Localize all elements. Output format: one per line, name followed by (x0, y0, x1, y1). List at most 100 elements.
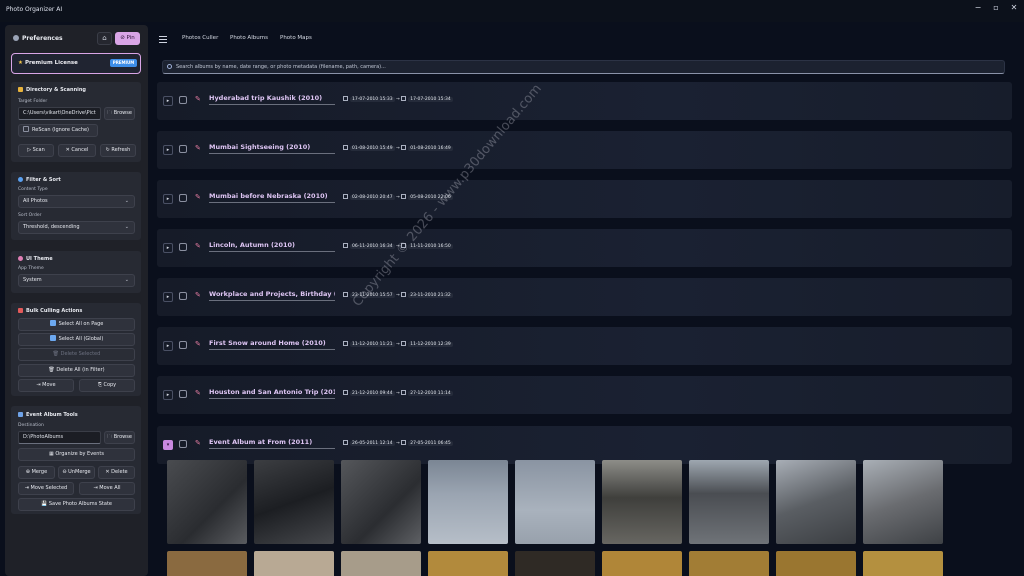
maximize-button[interactable]: ▫ (988, 3, 1004, 13)
sort-order-select[interactable]: Threshold, descending ⌄ (18, 221, 135, 234)
album-row[interactable]: ▸ ✎ First Snow around Home (2010) 11-12-201… (157, 327, 1012, 365)
expand-toggle[interactable]: ▸ (163, 145, 173, 155)
photo-thumbnail[interactable] (863, 551, 943, 576)
browse-button[interactable]: 🗀 Browse (104, 107, 135, 120)
scan-button[interactable]: ▷ Scan (18, 144, 54, 157)
album-row[interactable]: ▾ ✎ Event Album at From (2011) 26-05-2011 1… (157, 426, 1012, 464)
destination-label: Destination (18, 423, 44, 428)
pencil-icon[interactable]: ✎ (195, 291, 201, 299)
album-checkbox[interactable] (179, 292, 187, 300)
arrow-right-icon: → (394, 97, 402, 102)
menu-icon[interactable] (159, 36, 167, 43)
cancel-button[interactable]: ✕ Cancel (58, 144, 96, 157)
unmerge-button[interactable]: ⊖ UnMerge (58, 466, 95, 479)
pencil-icon[interactable]: ✎ (195, 340, 201, 348)
photo-thumbnail[interactable] (167, 460, 247, 544)
photo-thumbnail[interactable] (341, 551, 421, 576)
pencil-icon[interactable]: ✎ (195, 95, 201, 103)
content-type-select[interactable]: All Photos ⌄ (18, 195, 135, 208)
destination-browse-button[interactable]: 🗀 Browse (104, 431, 135, 444)
pin-button[interactable]: ⊘ Pin (115, 32, 140, 45)
event-delete-button[interactable]: ✕ Delete (98, 466, 135, 479)
photo-thumbnail[interactable] (515, 460, 595, 544)
album-checkbox[interactable] (179, 440, 187, 448)
app-theme-select[interactable]: System ⌄ (18, 274, 135, 287)
photo-thumbnail[interactable] (689, 551, 769, 576)
target-folder-input[interactable]: C:\Users\vikart\OneDrive\Pict (18, 107, 101, 120)
album-name[interactable]: Houston and San Antonio Trip (201 (209, 388, 335, 399)
delete-all-button[interactable]: 🗑 Delete All (in Filter) (18, 364, 135, 377)
photo-thumbnail[interactable] (515, 551, 595, 576)
album-row[interactable]: ▸ ✎ Hyderabad trip Kaushik (2010) 17-07-201… (157, 82, 1012, 120)
album-name[interactable]: Lincoln, Autumn (2010) (209, 241, 335, 252)
license-label: Premium License (24, 60, 78, 66)
expand-toggle[interactable]: ▸ (163, 243, 173, 253)
save-state-button[interactable]: 💾 Save Photo Albums State (18, 498, 135, 511)
expand-toggle[interactable]: ▾ (163, 440, 173, 450)
move-button[interactable]: ⇥ Move (18, 379, 74, 392)
photo-thumbnail[interactable] (776, 551, 856, 576)
album-row[interactable]: ▸ ✎ Lincoln, Autumn (2010) 06-11-2010 16:34… (157, 229, 1012, 267)
album-checkbox[interactable] (179, 145, 187, 153)
tab-photo-maps[interactable]: Photo Maps (274, 31, 318, 46)
album-checkbox[interactable] (179, 390, 187, 398)
photo-thumbnail[interactable] (341, 460, 421, 544)
photo-thumbnail[interactable] (689, 460, 769, 544)
refresh-button[interactable]: ↻ Refresh (100, 144, 136, 157)
album-name[interactable]: Mumbai Sightseeing (2010) (209, 143, 335, 154)
album-row[interactable]: ▸ ✎ Mumbai before Nebraska (2010) 02-08-201… (157, 180, 1012, 218)
calendar-icon (401, 292, 407, 297)
album-checkbox[interactable] (179, 243, 187, 251)
album-checkbox[interactable] (179, 96, 187, 104)
home-button[interactable]: ⌂ (97, 32, 112, 45)
album-name[interactable]: Workplace and Projects, Birthday (2 (209, 290, 335, 301)
expand-toggle[interactable]: ▸ (163, 292, 173, 302)
photo-thumbnail[interactable] (254, 460, 334, 544)
album-name[interactable]: First Snow around Home (2010) (209, 339, 335, 350)
rescan-checkbox[interactable]: ReScan (Ignore Cache) (18, 124, 98, 137)
album-name[interactable]: Mumbai before Nebraska (2010) (209, 192, 335, 203)
arrow-right-icon: → (394, 342, 402, 347)
select-all-global-button[interactable]: Select All (Global) (18, 333, 135, 346)
photo-thumbnail[interactable] (167, 551, 247, 576)
pencil-icon[interactable]: ✎ (195, 193, 201, 201)
tab-photo-albums[interactable]: Photo Albums (224, 31, 274, 46)
photo-thumbnail[interactable] (602, 551, 682, 576)
expand-toggle[interactable]: ▸ (163, 341, 173, 351)
organize-events-button[interactable]: ▦ Organize by Events (18, 448, 135, 461)
album-row[interactable]: ▸ ✎ Workplace and Projects, Birthday (2 23-… (157, 278, 1012, 316)
copy-button[interactable]: ⎘ Copy (79, 379, 135, 392)
move-selected-button[interactable]: ⇥ Move Selected (18, 482, 74, 495)
pencil-icon[interactable]: ✎ (195, 144, 201, 152)
pencil-icon[interactable]: ✎ (195, 389, 201, 397)
expand-toggle[interactable]: ▸ (163, 194, 173, 204)
photo-thumbnail[interactable] (776, 460, 856, 544)
merge-button[interactable]: ⊕ Merge (18, 466, 55, 479)
photo-thumbnail[interactable] (428, 460, 508, 544)
move-all-button[interactable]: ⇥ Move All (79, 482, 135, 495)
photo-thumbnail[interactable] (428, 551, 508, 576)
pencil-icon[interactable]: ✎ (195, 242, 201, 250)
delete-selected-button[interactable]: 🗑 Delete Selected (18, 348, 135, 361)
album-row[interactable]: ▸ ✎ Houston and San Antonio Trip (201 21-12… (157, 376, 1012, 414)
destination-input[interactable]: D:\PhotoAlbums (18, 431, 101, 444)
select-all-page-button[interactable]: Select All on Page (18, 318, 135, 331)
album-checkbox[interactable] (179, 194, 187, 202)
album-name[interactable]: Event Album at From (2011) (209, 438, 335, 449)
photo-thumbnail[interactable] (863, 460, 943, 544)
calendar-icon (343, 243, 348, 248)
pencil-icon[interactable]: ✎ (195, 439, 201, 447)
expand-toggle[interactable]: ▸ (163, 96, 173, 106)
album-name[interactable]: Hyderabad trip Kaushik (2010) (209, 94, 335, 105)
album-search-input[interactable]: Search albums by name, date range, or ph… (162, 60, 1005, 74)
tab-photos-culler[interactable]: Photos Culler (176, 31, 224, 46)
expand-toggle[interactable]: ▸ (163, 390, 173, 400)
album-start-date: 01-08-2010 15:49 (350, 146, 395, 151)
photo-thumbnail[interactable] (254, 551, 334, 576)
chevron-down-icon: ⌄ (124, 198, 129, 204)
minimize-button[interactable]: − (970, 3, 986, 13)
album-checkbox[interactable] (179, 341, 187, 349)
album-row[interactable]: ▸ ✎ Mumbai Sightseeing (2010) 01-08-2010 15… (157, 131, 1012, 169)
close-button[interactable]: ✕ (1006, 3, 1022, 13)
photo-thumbnail[interactable] (602, 460, 682, 544)
